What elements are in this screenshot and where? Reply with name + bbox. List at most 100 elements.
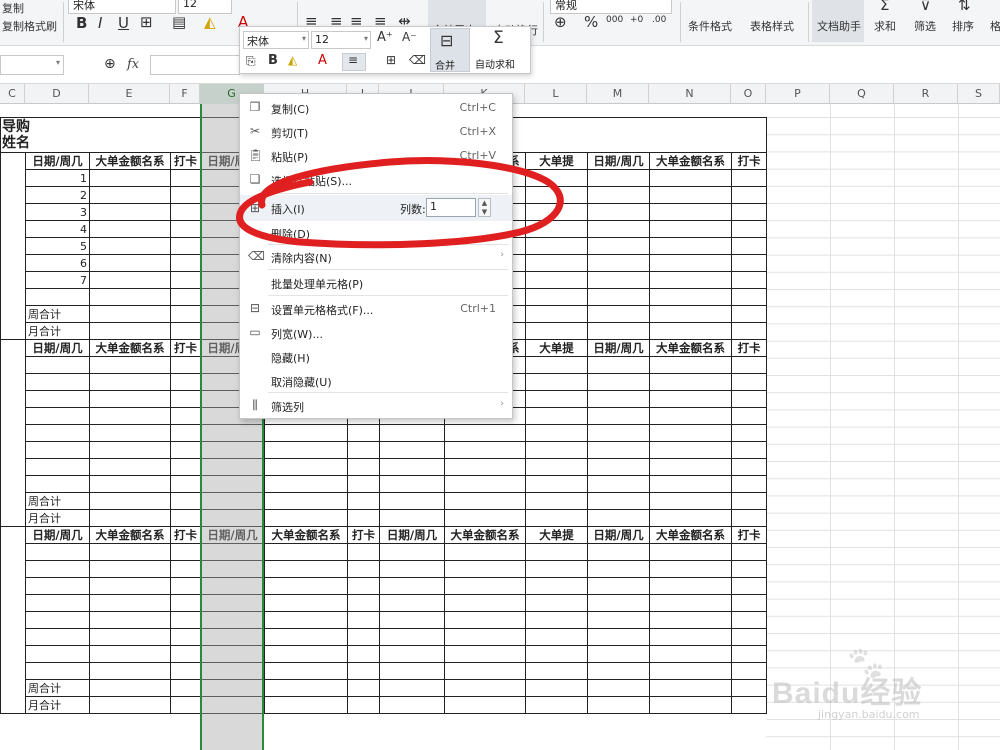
table-cell[interactable] [347, 509, 380, 527]
header-cell[interactable]: 大单提 [525, 526, 588, 544]
font-size-select[interactable]: 12 [178, 0, 232, 14]
table-cell[interactable] [525, 696, 588, 714]
table-cell[interactable] [25, 407, 90, 425]
menu-item-unhide[interactable]: 取消隐藏(U) [240, 369, 512, 393]
table-cell[interactable] [525, 322, 588, 340]
table-cell[interactable] [649, 594, 732, 612]
table-cell[interactable] [730, 237, 768, 255]
table-cell[interactable] [525, 237, 588, 255]
table-cell[interactable] [444, 543, 526, 561]
table-cell[interactable] [170, 628, 201, 646]
table-cell[interactable] [444, 696, 526, 714]
header-cell[interactable]: 大单金额名系 [649, 526, 732, 544]
header-cell[interactable]: 日期/周几 [587, 339, 650, 357]
table-cell[interactable] [89, 628, 171, 646]
mini-fill-color-icon[interactable]: ◭ [288, 53, 297, 67]
col-header-f[interactable]: F [170, 84, 200, 104]
formula-input[interactable] [150, 55, 240, 75]
table-cell[interactable] [170, 696, 201, 714]
table-cell[interactable] [89, 696, 171, 714]
mini-autosum-button[interactable]: Σ 自动求和 [473, 28, 531, 72]
table-cell[interactable] [89, 424, 171, 442]
table-cell[interactable] [525, 271, 588, 289]
table-cell[interactable] [649, 407, 732, 425]
table-cell[interactable] [587, 203, 650, 221]
table-cell[interactable] [170, 543, 201, 561]
table-cell[interactable] [89, 594, 171, 612]
table-cell[interactable] [170, 424, 201, 442]
table-cell[interactable] [347, 492, 380, 510]
table-cell[interactable] [525, 254, 588, 272]
table-cell[interactable] [444, 662, 526, 680]
table-cell[interactable] [525, 203, 588, 221]
table-cell[interactable] [649, 441, 732, 459]
table-cell[interactable] [89, 441, 171, 459]
table-cell[interactable] [525, 424, 588, 442]
table-cell[interactable] [525, 458, 588, 476]
table-cell[interactable] [649, 560, 732, 578]
table-cell[interactable] [649, 679, 732, 697]
menu-item-delete[interactable]: 删除(D) [240, 221, 512, 245]
table-cell[interactable] [525, 169, 588, 187]
table-cell[interactable] [730, 645, 768, 663]
table-cell[interactable] [264, 577, 348, 595]
table-cell[interactable] [170, 186, 201, 204]
table-cell[interactable] [347, 696, 380, 714]
table-cell[interactable] [649, 305, 732, 323]
table-cell[interactable] [730, 203, 768, 221]
table-cell[interactable] [200, 662, 265, 680]
table-cell[interactable] [649, 288, 732, 306]
table-cell[interactable] [730, 475, 768, 493]
menu-item-filter-column[interactable]: ⫼ 筛选列 › [240, 394, 512, 418]
table-cell[interactable] [347, 679, 380, 697]
table-cell[interactable] [525, 594, 588, 612]
table-cell[interactable] [347, 628, 380, 646]
copy-button[interactable]: 复制 [2, 0, 24, 16]
filter-icon[interactable]: ⊽ [920, 0, 931, 14]
table-cell[interactable] [25, 424, 90, 442]
number-format-select[interactable]: 常规 [550, 0, 672, 14]
fill-color-icon[interactable]: ◭ [204, 13, 216, 31]
table-cell[interactable] [89, 254, 171, 272]
table-cell[interactable] [200, 492, 265, 510]
table-cell[interactable] [170, 577, 201, 595]
table-cell[interactable] [730, 288, 768, 306]
table-cell[interactable] [525, 611, 588, 629]
table-cell[interactable] [170, 288, 201, 306]
fx-icon[interactable]: fx [127, 57, 139, 72]
table-cell[interactable] [587, 560, 650, 578]
header-cell[interactable]: 打卡 [170, 339, 201, 357]
header-cell[interactable]: 打卡 [170, 526, 201, 544]
table-cell[interactable] [525, 560, 588, 578]
border-icon[interactable]: ⊞ [140, 13, 153, 31]
month-total-row[interactable]: 月合计 [1, 509, 768, 527]
table-cell[interactable] [89, 288, 171, 306]
table-cell[interactable] [649, 220, 732, 238]
table-cell[interactable] [444, 492, 526, 510]
table-cell[interactable] [89, 373, 171, 391]
col-header-p[interactable]: P [766, 84, 830, 104]
header-cell[interactable]: 大单金额名系 [264, 526, 348, 544]
table-cell[interactable] [25, 577, 90, 595]
table-cell[interactable] [525, 577, 588, 595]
col-header-d[interactable]: D [25, 84, 89, 104]
header-cell[interactable]: 日期/周几 [587, 152, 650, 170]
sum-button[interactable]: 求和 [874, 18, 896, 34]
col-header-e[interactable]: E [89, 84, 170, 104]
table-cell[interactable] [379, 611, 445, 629]
table-cell[interactable] [379, 696, 445, 714]
doc-assistant-button[interactable]: 文档助手 [812, 0, 864, 42]
table-cell[interactable] [170, 322, 201, 340]
table-cell[interactable] [89, 560, 171, 578]
table-cell[interactable] [525, 186, 588, 204]
table-cell[interactable] [444, 509, 526, 527]
month-total-row-label[interactable]: 月合计 [25, 322, 90, 340]
table-cell[interactable] [170, 356, 201, 374]
table-cell[interactable] [587, 662, 650, 680]
table-cell[interactable] [730, 424, 768, 442]
table-cell[interactable] [170, 492, 201, 510]
table-cell[interactable] [525, 220, 588, 238]
table-cell[interactable] [25, 390, 90, 408]
table-cell[interactable] [25, 645, 90, 663]
header-cell[interactable]: 打卡 [170, 152, 201, 170]
